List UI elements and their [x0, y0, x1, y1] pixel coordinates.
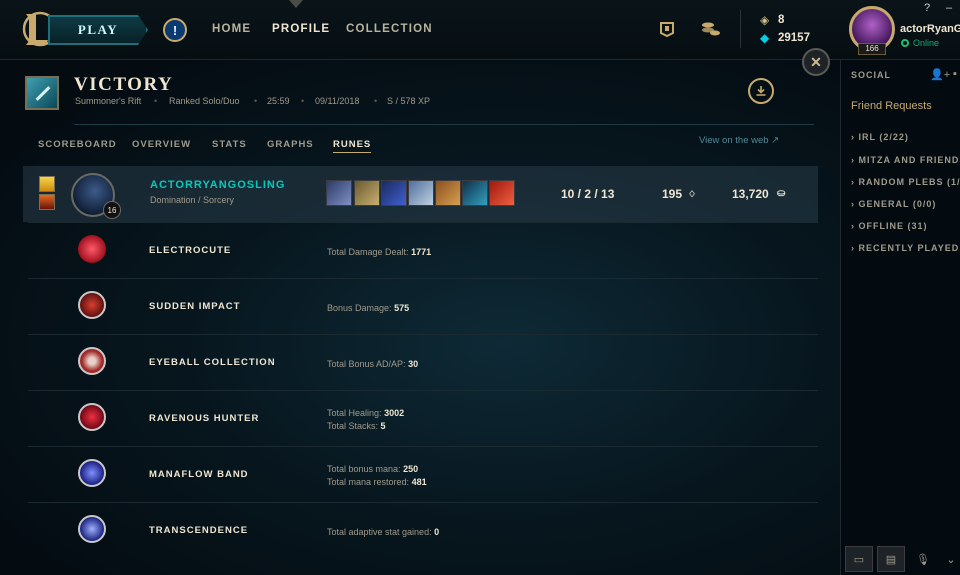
- transcendence-rune-icon: [78, 515, 106, 543]
- chat-icon[interactable]: ▭: [845, 546, 873, 572]
- store-icon[interactable]: [659, 21, 675, 42]
- download-icon[interactable]: [748, 78, 774, 104]
- nav-caret-icon: [289, 0, 303, 8]
- chevron-down-icon[interactable]: ⌄: [937, 546, 960, 572]
- match-xp: S / 578 XP: [387, 96, 431, 106]
- item-slot-icon[interactable]: [326, 180, 352, 206]
- summoner-level-badge: 166: [858, 43, 886, 55]
- electrocute-rune-icon: [78, 235, 106, 263]
- rune-stat: Total Stacks: 5: [327, 421, 386, 431]
- flash-spell-icon: [39, 176, 55, 192]
- riot-points-icon: ◈: [760, 13, 770, 27]
- rune-row: ELECTROCUTE Total Damage Dealt: 1771: [28, 222, 818, 278]
- blue-essence-value: 29157: [778, 32, 810, 44]
- friend-group[interactable]: › MITZA AND FRIENDS: [851, 155, 960, 165]
- rune-name: SUDDEN IMPACT: [149, 301, 241, 312]
- online-status-icon: [901, 39, 909, 47]
- match-duration: 25:59: [267, 96, 290, 106]
- nav-home[interactable]: HOME: [212, 23, 251, 35]
- player-name[interactable]: ACTORRYANGOSLING: [150, 179, 285, 191]
- news-icon[interactable]: ▤: [877, 546, 905, 572]
- username[interactable]: actorRyanG: [900, 23, 960, 35]
- friend-group[interactable]: › GENERAL (0/0): [851, 199, 936, 209]
- play-button[interactable]: PLAY: [48, 15, 148, 45]
- manaflow-band-rune-icon: [78, 459, 106, 487]
- rune-trees: Domination / Sorcery: [150, 195, 235, 205]
- add-friend-icon[interactable]: 👤+: [930, 68, 950, 81]
- trinket-slot-icon[interactable]: [489, 180, 515, 206]
- gold-earned: 13,720: [732, 187, 769, 201]
- nav-profile[interactable]: PROFILE: [272, 23, 330, 35]
- item-slot-icon[interactable]: [435, 180, 461, 206]
- meta-separator: •: [374, 96, 378, 106]
- rune-row: EYEBALL COLLECTION Total Bonus AD/AP: 30: [28, 334, 818, 390]
- nav-collection[interactable]: COLLECTION: [346, 23, 433, 35]
- friend-group[interactable]: › RECENTLY PLAYED: [851, 243, 959, 253]
- rune-name: TRANSCENDENCE: [149, 525, 249, 536]
- rune-stat: Total adaptive stat gained: 0: [327, 527, 440, 537]
- rune-name: ELECTROCUTE: [149, 245, 232, 256]
- match-queue: Ranked Solo/Duo: [169, 96, 240, 106]
- social-title: SOCIAL: [851, 70, 892, 80]
- friend-group[interactable]: › IRL (2/22): [851, 132, 909, 142]
- social-sidebar: SOCIAL 👤+ ▪ Friend Requests › IRL (2/22)…: [840, 60, 960, 575]
- meta-separator: •: [154, 96, 158, 106]
- eyeball-collection-rune-icon: [78, 347, 106, 375]
- sudden-impact-rune-icon: [78, 291, 106, 319]
- item-slot-icon[interactable]: [354, 180, 380, 206]
- rune-row: RAVENOUS HUNTER Total Healing: 3002 Tota…: [28, 390, 818, 446]
- folder-icon[interactable]: ▪: [953, 68, 957, 80]
- rune-stat: Total bonus mana: 250: [327, 464, 419, 474]
- meta-separator: •: [254, 96, 258, 106]
- rune-name: RAVENOUS HUNTER: [149, 413, 260, 424]
- match-result: VICTORY: [74, 74, 174, 95]
- rune-stat: Total Damage Dealt: 1771: [327, 247, 432, 257]
- voice-icon[interactable]: 🎙: [909, 546, 937, 572]
- creep-score: 195: [662, 187, 683, 201]
- rune-row: TRANSCENDENCE Total adaptive stat gained…: [28, 502, 818, 558]
- tab-stats[interactable]: STATS: [212, 139, 247, 150]
- ravenous-hunter-rune-icon: [78, 403, 106, 431]
- tab-runes[interactable]: RUNES: [333, 139, 372, 153]
- view-on-web-link[interactable]: View on the web ↗: [699, 135, 779, 146]
- tab-graphs[interactable]: GRAPHS: [267, 139, 314, 150]
- match-date: 09/11/2018: [315, 96, 360, 106]
- loot-icon[interactable]: [701, 21, 721, 42]
- riot-points-value: 8: [778, 14, 785, 26]
- minimize-button[interactable]: –: [946, 2, 952, 14]
- item-slot-icon[interactable]: [408, 180, 434, 206]
- friend-group[interactable]: › OFFLINE (31): [851, 221, 928, 231]
- friend-requests[interactable]: Friend Requests: [851, 100, 932, 112]
- champion-level: 16: [103, 201, 121, 219]
- rune-name: MANAFLOW BAND: [149, 469, 249, 480]
- header-divider: [74, 124, 814, 125]
- rune-stat: Total Healing: 3002: [327, 408, 405, 418]
- player-row[interactable]: 16 ACTORRYANGOSLING Domination / Sorcery…: [23, 166, 818, 222]
- meta-separator: •: [301, 96, 305, 106]
- game-mode-icon: [25, 76, 59, 110]
- tab-overview[interactable]: OVERVIEW: [132, 139, 191, 150]
- close-icon[interactable]: ✕: [802, 48, 830, 76]
- item-slot-icon[interactable]: [462, 180, 488, 206]
- alert-icon[interactable]: !: [163, 18, 187, 42]
- help-button[interactable]: ?: [924, 2, 930, 14]
- match-details-panel: VICTORY Summoner's Rift • Ranked Solo/Du…: [0, 48, 840, 575]
- friend-group[interactable]: › RANDOM PLEBS (1/: [851, 177, 960, 187]
- rune-name: EYEBALL COLLECTION: [149, 357, 276, 368]
- online-status-text: Online: [913, 38, 940, 48]
- gold-icon: ⛀: [777, 188, 786, 199]
- ignite-spell-icon: [39, 194, 55, 210]
- match-map: Summoner's Rift: [75, 96, 142, 106]
- toolbar-separator: [740, 10, 741, 48]
- tab-scoreboard[interactable]: SCOREBOARD: [38, 139, 117, 150]
- rune-stat: Bonus Damage: 575: [327, 303, 410, 313]
- item-slot-icon[interactable]: [381, 180, 407, 206]
- rune-row: SUDDEN IMPACT Bonus Damage: 575: [28, 278, 818, 334]
- blue-essence-icon: ◆: [760, 31, 770, 45]
- kda: 10 / 2 / 13: [561, 187, 615, 201]
- rune-row: MANAFLOW BAND Total bonus mana: 250 Tota…: [28, 446, 818, 502]
- rune-stat: Total Bonus AD/AP: 30: [327, 359, 419, 369]
- minion-icon: ♢: [688, 189, 697, 199]
- rune-stat: Total mana restored: 481: [327, 477, 427, 487]
